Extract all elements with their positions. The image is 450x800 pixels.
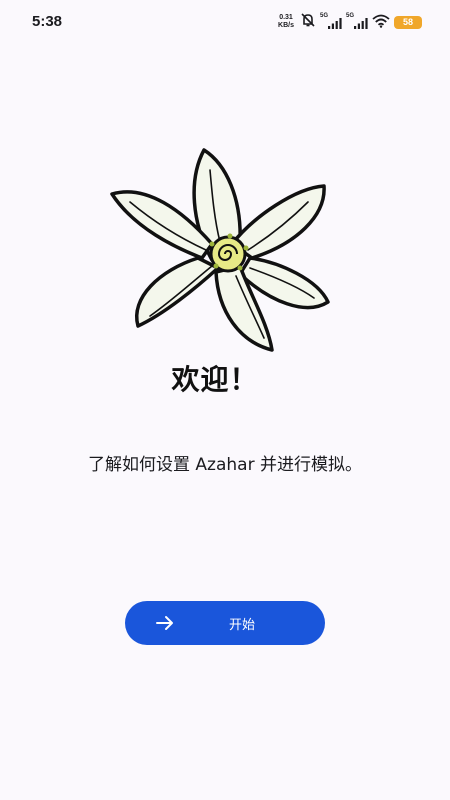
wifi-icon — [372, 13, 390, 32]
start-button-label: 开始 — [228, 616, 255, 632]
start-button[interactable]: 开始 — [125, 601, 325, 645]
welcome-subtitle: 了解如何设置 Azahar 并进行模拟。 — [88, 455, 362, 475]
signal-type-label: 5G — [346, 13, 355, 19]
status-icons: 0.31 KB/s 5G 5G 58 — [278, 11, 422, 33]
azahar-flower-icon — [100, 140, 340, 360]
status-time: 5:38 — [32, 13, 63, 30]
network-speed-unit: KB/s — [278, 22, 294, 29]
welcome-title: 欢迎！ — [171, 363, 259, 396]
signal-icon: 5G — [320, 13, 342, 29]
signal-type-label: 5G — [320, 13, 329, 19]
network-speed: 0.31 KB/s — [278, 14, 294, 30]
status-bar: 5:38 0.31 KB/s 5G 5G 58 — [0, 0, 450, 44]
network-speed-value: 0.31 — [279, 14, 293, 21]
welcome-screen: 5:38 0.31 KB/s 5G 5G 58 欢迎！ 了解如何设置 Azaha… — [0, 0, 450, 800]
battery-icon: 58 — [394, 15, 422, 29]
signal-icon: 5G — [346, 13, 368, 29]
mute-icon — [300, 12, 316, 32]
